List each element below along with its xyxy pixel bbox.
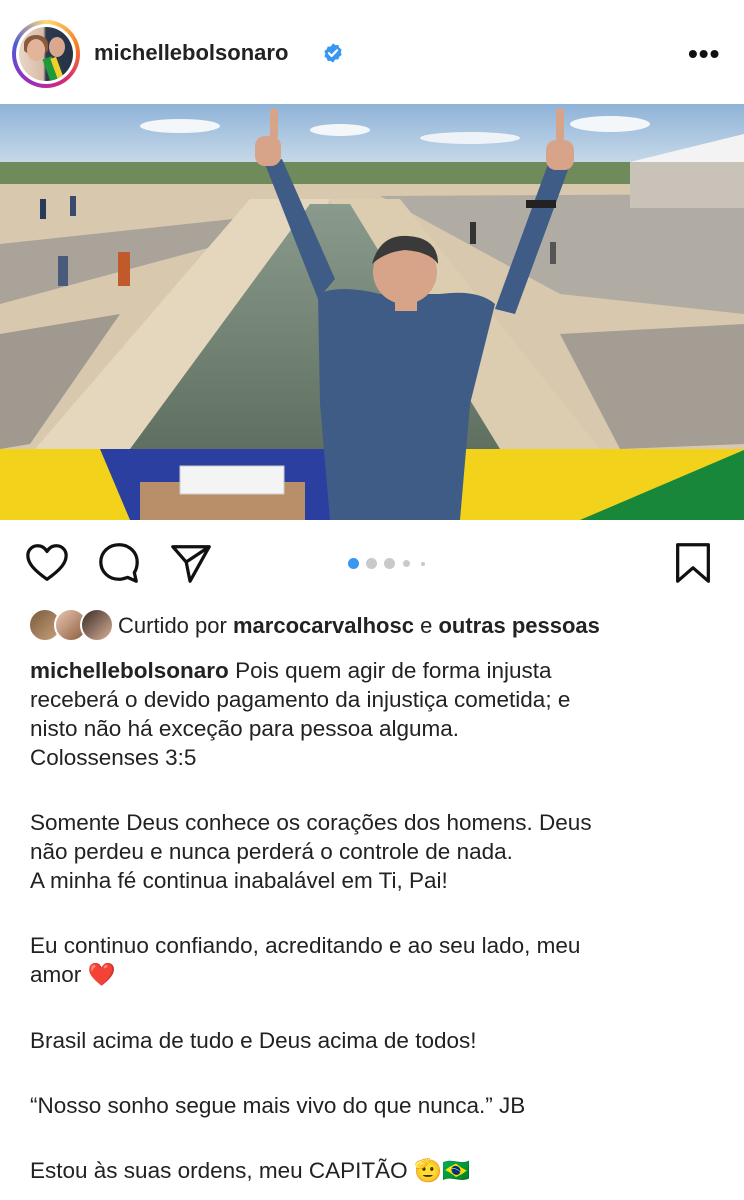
caption-line: não perdeu e nunca perderá o controle de… (30, 839, 513, 864)
post-username[interactable]: michellebolsonaro (94, 40, 288, 66)
caption-line: receberá o devido pagamento da injustiça… (30, 687, 571, 712)
carousel-dot (403, 560, 410, 567)
bookmark-icon[interactable] (670, 540, 716, 586)
caption-line: Colossenses 3:5 (30, 745, 197, 770)
carousel-dot (384, 558, 395, 569)
liked-by-others[interactable]: outras pessoas (438, 613, 599, 638)
carousel-dot (366, 558, 377, 569)
post-header: michellebolsonaro ••• (0, 0, 744, 104)
caption-line: A minha fé continua inabalável em Ti, Pa… (30, 868, 448, 893)
liked-by-text: Curtido por marcocarvalhosc e outras pes… (118, 613, 600, 639)
share-icon[interactable] (168, 540, 214, 586)
liked-by-and: e (420, 613, 433, 638)
caption-username[interactable]: michellebolsonaro (30, 658, 229, 683)
post-photo[interactable] (0, 104, 744, 520)
verified-badge-icon (324, 43, 342, 63)
brazil-flag-icon: 🇧🇷 (441, 1158, 470, 1184)
salute-emoji-icon: 🫡 (413, 1158, 442, 1184)
heart-emoji-icon: ❤️ (87, 962, 116, 988)
caption-line: Estou às suas ordens, meu CAPITÃO (30, 1158, 408, 1183)
post-caption: michellebolsonaro Pois quem agir de form… (30, 656, 720, 1186)
caption-line: Eu continuo confiando, acreditando e ao … (30, 933, 581, 958)
caption-line: Brasil acima de tudo e Deus acima de tod… (30, 1028, 477, 1053)
caption-line: amor (30, 962, 82, 987)
caption-line: nisto não há exceção para pessoa alguma. (30, 716, 460, 741)
profile-avatar[interactable] (12, 20, 80, 88)
carousel-dot-active (348, 558, 359, 569)
caption-line: Pois quem agir de forma injusta (235, 658, 552, 683)
avatar (80, 608, 114, 642)
heart-icon[interactable] (24, 540, 70, 586)
caption-line: Somente Deus conhece os corações dos hom… (30, 810, 592, 835)
more-options-icon[interactable]: ••• (688, 38, 720, 70)
post-photo-image (0, 104, 744, 520)
post-actions-bar (0, 540, 744, 590)
carousel-dot (421, 562, 425, 566)
liked-by-prefix: Curtido por (118, 613, 227, 638)
caption-line: “Nosso sonho segue mais vivo do que nunc… (30, 1093, 526, 1118)
comment-icon[interactable] (96, 540, 142, 586)
liked-by-user[interactable]: marcocarvalhosc (233, 613, 414, 638)
